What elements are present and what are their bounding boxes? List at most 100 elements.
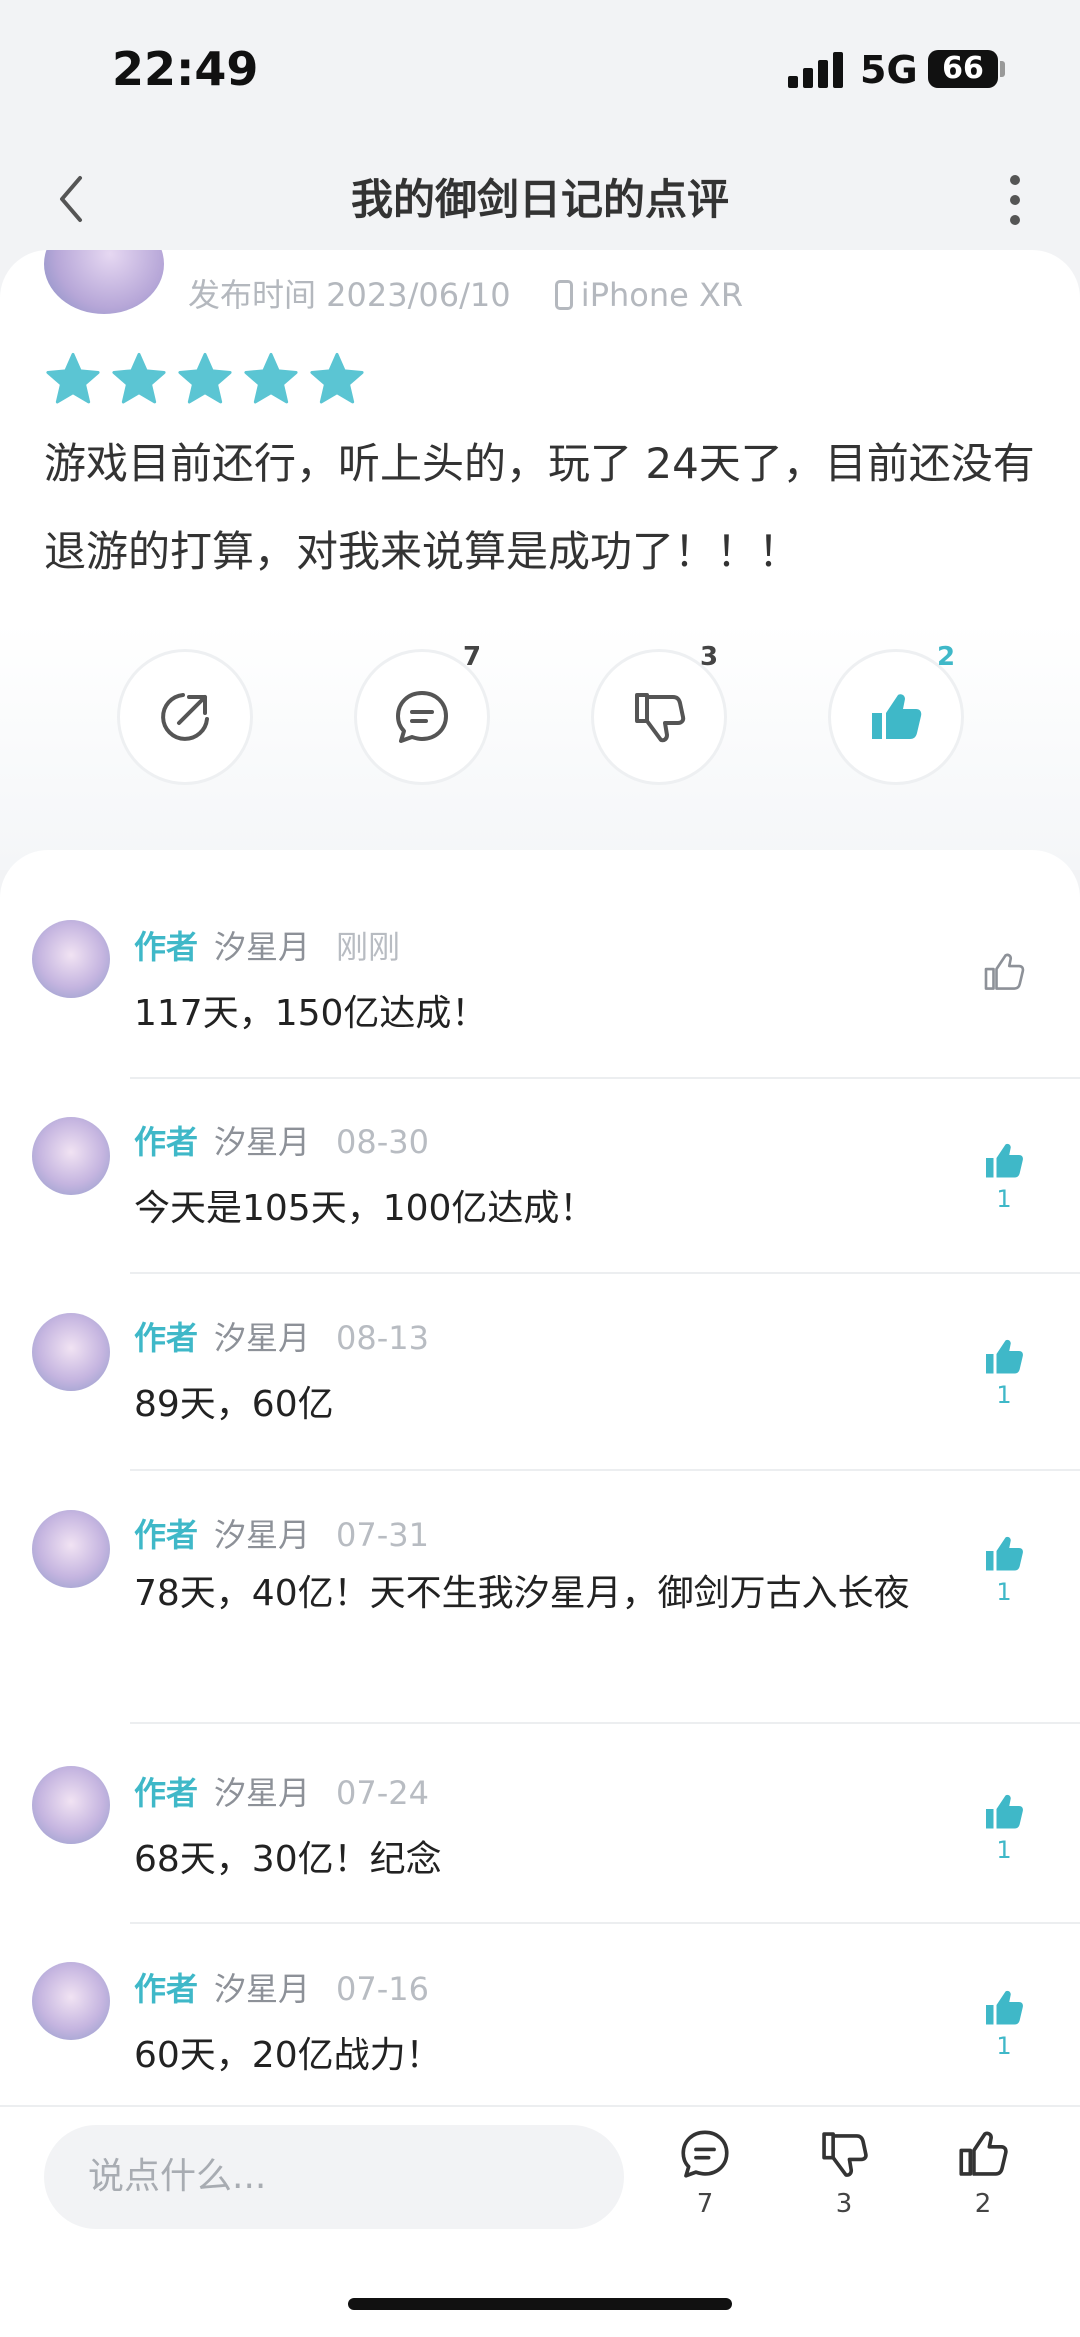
comment-like-count: 1 <box>996 2032 1012 2060</box>
avatar[interactable] <box>44 250 164 314</box>
comment-author[interactable]: 汐星月 <box>214 1970 310 2008</box>
divider <box>130 1272 1080 1274</box>
thumbs-down-icon <box>635 693 686 743</box>
star-icon <box>310 352 364 404</box>
comment-time: 刚刚 <box>336 928 401 966</box>
comment-like-button[interactable]: 1 <box>976 1530 1032 1606</box>
comment-text: 117天，150亿达成！ <box>134 993 488 1034</box>
comment-like-button[interactable] <box>976 948 1032 996</box>
bottom-dislike-button[interactable]: 3 <box>799 2125 889 2219</box>
comment-like-count: 1 <box>996 1836 1012 1864</box>
dislike-count: 3 <box>700 642 719 672</box>
avatar[interactable] <box>32 1313 110 1391</box>
author-tag: 作者 <box>134 1319 199 1357</box>
thumbs-up-icon <box>986 1794 1023 1829</box>
rating-stars <box>44 350 374 410</box>
comment-header: 作者 汐星月 08-13 <box>134 1313 429 1359</box>
comment-count: 7 <box>463 642 482 672</box>
divider <box>130 1722 1080 1724</box>
comment-text: 78天，40亿！天不生我汐星月，御剑万古入长夜 <box>134 1573 910 1614</box>
bottom-comment-count: 7 <box>696 2189 714 2219</box>
avatar[interactable] <box>32 1962 110 2040</box>
status-bar: 22:49 5G 66 <box>0 0 1080 140</box>
comment-text: 今天是105天，100亿达成！ <box>134 1188 596 1229</box>
comment-like-button[interactable]: 1 <box>976 1333 1032 1409</box>
share-button[interactable] <box>120 652 250 782</box>
star-icon <box>244 352 298 404</box>
comment-like-button[interactable]: 1 <box>976 1984 1032 2060</box>
author-tag: 作者 <box>134 1774 199 1812</box>
like-button[interactable]: 2 <box>831 642 961 782</box>
thumbs-up-icon <box>872 694 922 739</box>
network-label: 5G <box>860 48 918 92</box>
avatar[interactable] <box>32 920 110 998</box>
avatar[interactable] <box>32 1117 110 1195</box>
review-text: 游戏目前还行，听上头的，玩了 24天了，目前还没有退游的打算，对我来说算是成功了… <box>44 439 1035 576</box>
comment-author[interactable]: 汐星月 <box>214 1123 310 1161</box>
bottom-comment-button[interactable]: 7 <box>660 2125 750 2219</box>
star-icon <box>46 352 100 404</box>
divider <box>130 1469 1080 1471</box>
divider <box>130 1922 1080 1924</box>
comment-time: 07-31 <box>336 1516 430 1554</box>
home-indicator <box>348 2298 732 2310</box>
comment-author[interactable]: 汐星月 <box>214 1774 310 1812</box>
thumbs-up-icon <box>986 1536 1023 1571</box>
comment-header: 作者 汐星月 07-16 <box>134 1964 429 2010</box>
comment-time: 08-30 <box>336 1123 430 1161</box>
thumbs-up-icon <box>986 1143 1023 1178</box>
review-card: 发布时间 2023/06/10 iPhone XR 游戏目前还行，听上头的，玩了… <box>0 250 1080 870</box>
battery-icon: 66 <box>928 50 998 88</box>
comment-input[interactable]: 说点什么... <box>44 2125 624 2229</box>
comment-like-button[interactable]: 1 <box>976 1788 1032 1864</box>
more-vertical-icon <box>1010 175 1020 225</box>
comment-like-count: 1 <box>996 1578 1012 1606</box>
comment-author[interactable]: 汐星月 <box>214 928 310 966</box>
phone-icon <box>554 280 573 310</box>
comment-header: 作者 汐星月 07-31 <box>134 1510 429 1556</box>
avatar[interactable] <box>32 1510 110 1588</box>
author-tag: 作者 <box>134 1970 199 2008</box>
more-button[interactable] <box>1000 168 1030 232</box>
status-time: 22:49 <box>112 42 259 96</box>
comment-icon <box>396 691 448 743</box>
comment-text: 89天，60亿 <box>134 1384 334 1425</box>
comment-text: 60天，20亿战力！ <box>134 2035 442 2076</box>
divider <box>130 1077 1080 1079</box>
nav-bar: 我的御剑日记的点评 <box>0 140 1080 260</box>
comment-text: 68天，30亿！纪念 <box>134 1839 442 1880</box>
bottom-like-count: 2 <box>974 2189 992 2219</box>
review-meta: 发布时间 2023/06/10 iPhone XR <box>188 270 743 316</box>
bottom-dislike-count: 3 <box>835 2189 853 2219</box>
thumbs-up-outline-icon <box>984 953 1025 990</box>
comment-icon <box>681 2130 729 2178</box>
thumbs-up-icon <box>986 1990 1023 2025</box>
author-tag: 作者 <box>134 1123 199 1161</box>
comment-time: 07-16 <box>336 1970 430 2008</box>
comment-like-button[interactable]: 1 <box>976 1137 1032 1213</box>
comment-author[interactable]: 汐星月 <box>214 1319 310 1357</box>
comment-header: 作者 汐星月 08-30 <box>134 1117 429 1163</box>
comment-header: 作者 汐星月 07-24 <box>134 1768 429 1814</box>
comment-author[interactable]: 汐星月 <box>214 1516 310 1554</box>
thumbs-up-icon <box>986 1339 1023 1374</box>
comment-like-count: 1 <box>996 1381 1012 1409</box>
comment-button[interactable]: 7 <box>357 642 487 782</box>
comment-time: 07-24 <box>336 1774 430 1812</box>
battery-tip <box>1000 61 1005 77</box>
bottom-like-button[interactable]: 2 <box>938 2125 1028 2219</box>
star-icon <box>178 352 232 404</box>
comment-header: 作者 汐星月 刚刚 <box>134 922 400 968</box>
comment-list: 作者 汐星月 刚刚 117天，150亿达成！ 作者 汐星月 08-30 今天是105天，… <box>0 850 1080 2105</box>
dislike-button[interactable]: 3 <box>594 642 724 782</box>
thumbs-up-icon <box>959 2131 1008 2176</box>
signal-icon <box>788 52 844 88</box>
avatar[interactable] <box>32 1766 110 1844</box>
page-title: 我的御剑日记的点评 <box>350 175 729 224</box>
star-icon <box>112 352 166 404</box>
device-label: iPhone XR <box>580 276 744 314</box>
author-tag: 作者 <box>134 928 199 966</box>
thumbs-down-icon <box>822 2132 868 2177</box>
comment-like-count: 1 <box>996 1185 1012 1213</box>
like-count: 2 <box>937 642 956 672</box>
